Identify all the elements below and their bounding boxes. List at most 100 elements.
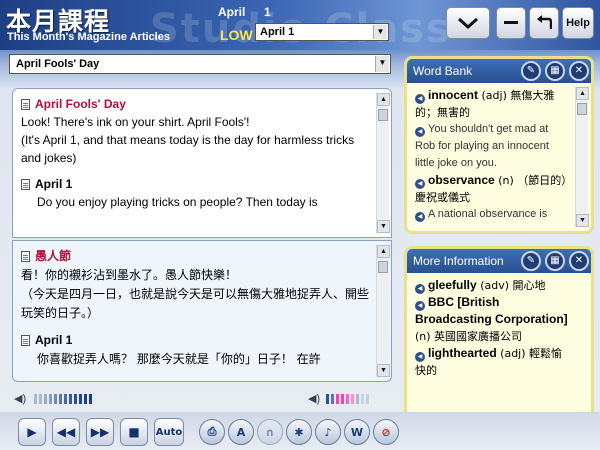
dictionary-icon[interactable]: ✎: [521, 61, 541, 81]
print-button[interactable]: ⎙: [199, 419, 225, 445]
help-button[interactable]: Help: [562, 7, 594, 39]
no-entry-icon: ⊘: [381, 425, 391, 439]
word-entry: ◀ innocent (adj) 無傷大雅的；無害的: [415, 88, 555, 119]
level-badge: LOW: [220, 27, 253, 43]
info-entry: ◀ lighthearted (adj) 輕鬆愉快的: [415, 346, 563, 377]
minus-icon: [504, 21, 518, 24]
info-entry: ◀ BBC [British Broadcasting Corporation](…: [415, 295, 568, 343]
word-bank-title: Word Bank: [413, 64, 473, 78]
speaker-icon[interactable]: ◀: [415, 301, 425, 311]
pencil-icon: W: [350, 425, 364, 439]
stop-icon: ■: [128, 425, 140, 439]
header-bar: Studio Class 本月課程 This Month's Magazine …: [0, 0, 600, 52]
speaker-right-icon: ◀): [308, 393, 321, 405]
speaker-icon[interactable]: ◀: [415, 94, 425, 104]
rewind-icon: ◀◀: [56, 425, 76, 439]
disabled-button[interactable]: ⊘: [373, 419, 399, 445]
chevron-down-icon: ▼: [373, 25, 387, 39]
scroll-thumb[interactable]: [577, 103, 587, 115]
gear-icon: ✱: [294, 425, 304, 439]
volume-bars-left[interactable]: [34, 394, 92, 404]
speaker-icon[interactable]: ◀: [415, 352, 425, 362]
word-entry: ◀ observance (n) （節日的）慶祝或儀式: [415, 173, 567, 204]
chinese-scrollbar[interactable]: ▲ ▼: [376, 245, 390, 377]
english-article-title: April Fools' Day: [21, 95, 371, 113]
issue-select[interactable]: April 1 ▼: [255, 23, 389, 41]
article-select-value: April Fools' Day: [16, 58, 100, 70]
english-text-pane[interactable]: April Fools' Day Look! There's ink on yo…: [12, 88, 392, 238]
document-icon: [21, 178, 30, 190]
article-select[interactable]: April Fools' Day ▼: [9, 54, 391, 74]
scroll-thumb[interactable]: [378, 109, 388, 121]
scroll-down-icon[interactable]: ▼: [576, 214, 589, 227]
grid-icon[interactable]: ▦: [545, 61, 565, 81]
headphones-icon: ∩: [265, 425, 275, 439]
more-information-header: More Information ✎ ▦ ✕: [407, 249, 591, 273]
forward-button[interactable]: ▶▶: [86, 418, 114, 446]
english-line: Do you enjoy playing tricks on people? T…: [37, 195, 318, 209]
chinese-article-title: 愚人節: [21, 247, 371, 266]
scroll-down-icon[interactable]: ▼: [377, 220, 390, 233]
page-title-english: This Month's Magazine Articles: [7, 31, 170, 43]
scroll-up-icon[interactable]: ▲: [377, 245, 390, 258]
collapse-button[interactable]: [446, 7, 490, 39]
scroll-thumb[interactable]: [378, 261, 388, 273]
fast-forward-icon: ▶▶: [90, 425, 110, 439]
speaker-icon[interactable]: ◀: [415, 284, 425, 294]
more-information-title: More Information: [413, 254, 504, 268]
auto-button[interactable]: Auto: [154, 418, 184, 446]
dictionary-icon[interactable]: ✎: [521, 251, 541, 271]
chinese-section-heading: April 1: [21, 331, 371, 350]
rewind-button[interactable]: ◀◀: [52, 418, 80, 446]
volume-bars-right[interactable]: [326, 394, 369, 404]
word-example: ◀ You shouldn't get mad at Rob for playin…: [415, 123, 549, 169]
word-bank-header: Word Bank ✎ ▦ ✕: [407, 59, 591, 83]
close-icon[interactable]: ✕: [569, 251, 589, 271]
english-scrollbar[interactable]: ▲ ▼: [376, 93, 390, 233]
scroll-up-icon[interactable]: ▲: [377, 93, 390, 106]
letters-icon: A: [236, 425, 246, 439]
scroll-up-icon[interactable]: ▲: [576, 87, 589, 100]
word-bank-panel: Word Bank ✎ ▦ ✕ ◀ innocent (adj) 無傷大雅的；無害…: [404, 56, 594, 234]
document-icon: [21, 98, 30, 110]
issue-select-value: April 1: [260, 26, 295, 38]
word-example: ◀ A national observance is: [415, 206, 571, 223]
document-icon: [21, 251, 30, 262]
english-line: Look! There's ink on your shirt. April F…: [21, 115, 250, 129]
chinese-line: 你喜歡捉弄人嗎？ 那麼今天就是「你的」日子！ 在許: [37, 352, 321, 366]
chinese-line: （今天是四月一日，也就是說今天是可以無傷大雅地捉弄人、開些玩笑的日子。）: [21, 287, 370, 320]
chinese-line: 看！你的襯衫沾到墨水了。愚人節快樂！: [21, 268, 238, 282]
stop-button[interactable]: ■: [120, 418, 148, 446]
close-icon[interactable]: ✕: [569, 61, 589, 81]
speaker-icon[interactable]: ◀: [415, 212, 425, 222]
english-line: (It's April 1, and that means today is t…: [21, 133, 355, 165]
minimize-button[interactable]: [496, 7, 526, 39]
speaker-icon[interactable]: ◀: [415, 127, 425, 137]
month-label: April: [218, 5, 246, 19]
tool-button[interactable]: A: [228, 419, 254, 445]
listen-button[interactable]: ∩: [257, 419, 283, 445]
chevron-down-icon: ▼: [375, 56, 389, 72]
info-entry: ◀ gleefully (adv) 開心地: [415, 277, 571, 294]
play-button[interactable]: ▶: [18, 418, 46, 446]
document-icon: [21, 335, 30, 346]
record-button[interactable]: ♪: [315, 419, 341, 445]
player-toolbar: ▶ ◀◀ ▶▶ ■ Auto ⎙ A ∩ ✱ ♪ W ⊘: [0, 412, 600, 450]
microphone-icon: ♪: [324, 425, 332, 439]
chinese-text-pane[interactable]: 愚人節 看！你的襯衫沾到墨水了。愚人節快樂！ （今天是四月一日，也就是說今天是可…: [12, 240, 392, 382]
scroll-down-icon[interactable]: ▼: [377, 364, 390, 377]
word-bank-scrollbar[interactable]: ▲ ▼: [575, 87, 589, 227]
undo-arrow-icon: [537, 15, 552, 29]
grid-icon[interactable]: ▦: [545, 251, 565, 271]
speaker-icon[interactable]: ◀: [415, 179, 425, 189]
more-information-panel: More Information ✎ ▦ ✕ ◀ gleefully (adv) …: [404, 246, 594, 424]
audio-level-row: ◀) ◀): [0, 392, 400, 406]
settings-button[interactable]: ✱: [286, 419, 312, 445]
chevron-down-icon: [458, 17, 478, 29]
play-icon: ▶: [27, 425, 37, 439]
back-button[interactable]: [529, 7, 559, 39]
write-button[interactable]: W: [344, 419, 370, 445]
day-label: 1: [264, 5, 271, 19]
printer-icon: ⎙: [207, 425, 217, 438]
speaker-left-icon: ◀): [14, 393, 27, 405]
